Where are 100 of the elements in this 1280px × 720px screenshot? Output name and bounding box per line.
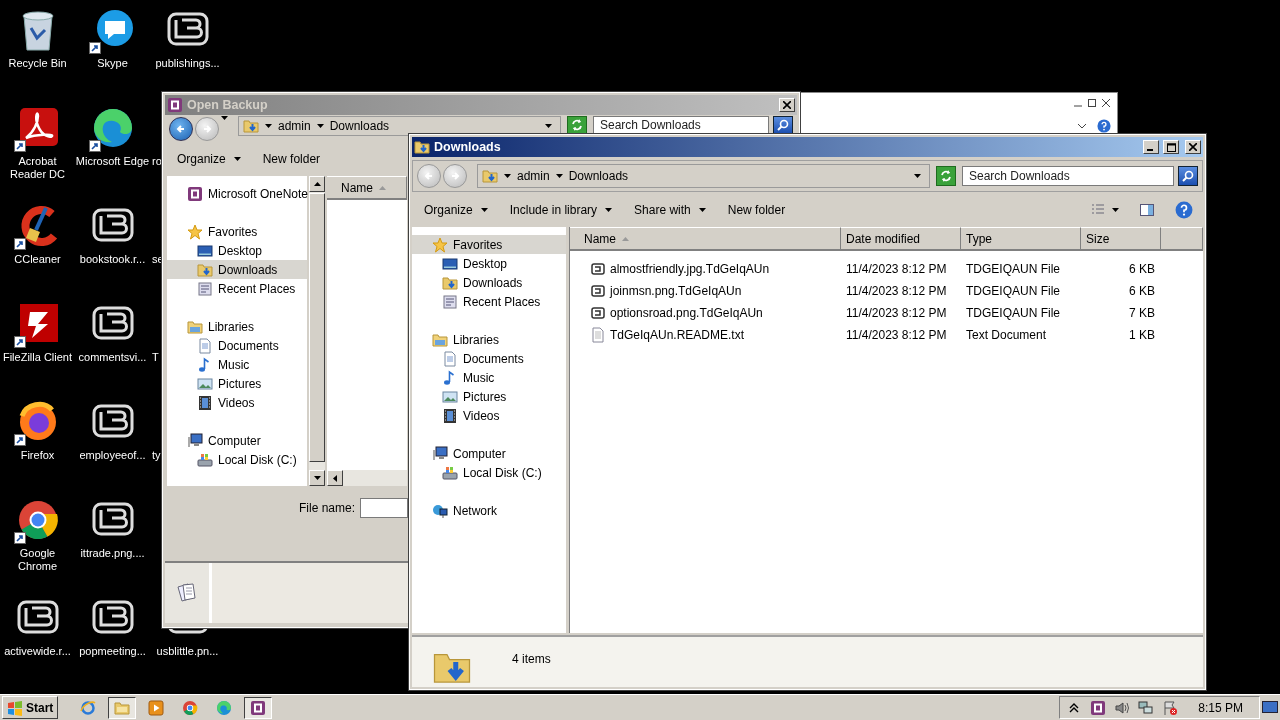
- nav-item[interactable]: Libraries: [412, 330, 566, 349]
- library-icon: [432, 331, 448, 348]
- nav-item[interactable]: Desktop: [167, 241, 307, 260]
- file-name-label: File name:: [299, 501, 356, 515]
- toolbar-button[interactable]: New folder: [254, 149, 329, 169]
- breadcrumb-item[interactable]: admin: [278, 119, 311, 133]
- nav-item[interactable]: Documents: [167, 336, 307, 355]
- desktop-icon[interactable]: commentsvi...: [75, 294, 150, 364]
- search-field[interactable]: Search Downloads: [962, 166, 1174, 186]
- maximize-button[interactable]: [1163, 140, 1179, 154]
- help-icon[interactable]: [1175, 201, 1193, 219]
- star-icon: [187, 223, 203, 240]
- caret-icon: [1112, 208, 1119, 212]
- address-bar[interactable]: admin Downloads: [477, 164, 930, 188]
- maximize-icon[interactable]: [1087, 98, 1097, 108]
- desktop-icon[interactable]: employeeof...: [75, 392, 150, 462]
- chevron-down-icon[interactable]: [1077, 122, 1087, 130]
- notebook-icon: [250, 699, 267, 716]
- breadcrumb-item[interactable]: admin: [517, 169, 550, 183]
- desktop-icon[interactable]: Acrobat Reader DC: [0, 98, 75, 181]
- back-button[interactable]: [169, 117, 193, 141]
- nav-item[interactable]: Network: [412, 501, 566, 520]
- search-button[interactable]: [773, 116, 793, 134]
- nav-item[interactable]: Videos: [167, 393, 307, 412]
- desktop-icon[interactable]: FileZilla Client: [0, 294, 75, 364]
- close-button[interactable]: [1185, 140, 1201, 154]
- file-size: 7 KB: [1129, 306, 1155, 320]
- icon-label: ty: [152, 449, 161, 461]
- search-icon: [776, 118, 790, 132]
- nav-item[interactable]: Videos: [412, 406, 566, 425]
- scroll-down-icon[interactable]: [313, 476, 321, 480]
- nav-item[interactable]: Downloads: [412, 273, 566, 292]
- taskbar-button[interactable]: [108, 696, 137, 719]
- nav-item[interactable]: Desktop: [412, 254, 566, 273]
- nav-item[interactable]: Local Disk (C:): [167, 450, 307, 469]
- nav-item[interactable]: Local Disk (C:): [412, 463, 566, 482]
- file-name-field[interactable]: [360, 498, 409, 518]
- preview-pane-icon[interactable]: [1139, 202, 1155, 218]
- minimize-button[interactable]: [1143, 140, 1159, 154]
- taskbar-button[interactable]: [244, 696, 273, 719]
- toolbar-button[interactable]: Organize: [416, 200, 496, 220]
- network-status-icon: [1138, 699, 1155, 716]
- notebook-icon: [1090, 699, 1107, 716]
- caret-icon: [914, 174, 921, 178]
- nav-item[interactable]: Pictures: [412, 387, 566, 406]
- nav-item[interactable]: Music: [167, 355, 307, 374]
- desktop-icon[interactable]: ittrade.png....: [75, 490, 150, 560]
- nav-item[interactable]: Computer: [412, 444, 566, 463]
- toolbar-button[interactable]: Share with: [626, 200, 714, 220]
- nav-item[interactable]: Recent Places: [167, 279, 307, 298]
- desktop-icon[interactable]: CCleaner: [0, 196, 75, 266]
- column-header[interactable]: Name: [570, 227, 841, 249]
- search-button[interactable]: [1178, 166, 1198, 186]
- star-icon: [432, 236, 448, 253]
- desktop-icon[interactable]: activewide.r...: [0, 588, 75, 658]
- close-icon[interactable]: [1101, 98, 1111, 108]
- drive-icon: [197, 451, 213, 468]
- column-header[interactable]: Name: [327, 176, 407, 198]
- address-bar[interactable]: admin Downloads: [238, 116, 561, 136]
- column-header[interactable]: Type: [961, 227, 1081, 249]
- media-player-icon: [148, 699, 165, 716]
- nav-item[interactable]: Downloads: [167, 260, 307, 279]
- desktop-icon[interactable]: Google Chrome: [0, 490, 75, 573]
- nav-item[interactable]: Pictures: [167, 374, 307, 393]
- nav-item[interactable]: Libraries: [167, 317, 307, 336]
- scroll-left-icon[interactable]: [333, 474, 337, 482]
- nav-item[interactable]: Music: [412, 368, 566, 387]
- show-desktop-icon[interactable]: [1262, 700, 1278, 715]
- scrollbar[interactable]: [309, 176, 325, 486]
- desktop-icon[interactable]: Firefox: [0, 392, 75, 462]
- toolbar-button[interactable]: Include in library: [501, 200, 621, 220]
- scrollbar[interactable]: [327, 470, 407, 486]
- search-field[interactable]: Search Downloads: [593, 116, 769, 134]
- file-size: 1 KB: [1129, 328, 1155, 342]
- refresh-button[interactable]: [936, 166, 956, 186]
- column-header[interactable]: Size: [1081, 227, 1161, 249]
- desktop-icon[interactable]: bookstook.r...: [75, 196, 150, 266]
- toolbar-button[interactable]: New folder: [719, 200, 794, 220]
- desktop-icon[interactable]: Microsoft Edge: [75, 98, 150, 168]
- start-button[interactable]: Start: [2, 696, 59, 719]
- nav-item[interactable]: Documents: [412, 349, 566, 368]
- close-button[interactable]: [779, 98, 795, 112]
- caret-icon: [504, 174, 511, 178]
- nav-item[interactable]: Microsoft OneNote: [167, 184, 307, 203]
- nav-item[interactable]: Favorites: [167, 222, 307, 241]
- breadcrumb-item[interactable]: Downloads: [329, 119, 390, 133]
- desktop-icon[interactable]: Skype: [75, 0, 150, 70]
- toolbar-button[interactable]: Organize: [169, 149, 249, 169]
- nav-item[interactable]: Favorites: [412, 235, 566, 254]
- scroll-up-icon[interactable]: [313, 182, 321, 186]
- desktop-icon[interactable]: Recycle Bin: [0, 0, 75, 70]
- nav-item[interactable]: Recent Places: [412, 292, 566, 311]
- help-icon[interactable]: [1097, 119, 1111, 133]
- breadcrumb-item[interactable]: Downloads: [568, 169, 629, 183]
- nav-item[interactable]: Computer: [167, 431, 307, 450]
- column-header[interactable]: Date modified: [841, 227, 961, 249]
- refresh-button[interactable]: [567, 116, 587, 134]
- notebook-icon: [187, 185, 203, 202]
- desktop-icon[interactable]: popmeeting...: [75, 588, 150, 658]
- desktop-icon[interactable]: publishings...: [150, 0, 225, 70]
